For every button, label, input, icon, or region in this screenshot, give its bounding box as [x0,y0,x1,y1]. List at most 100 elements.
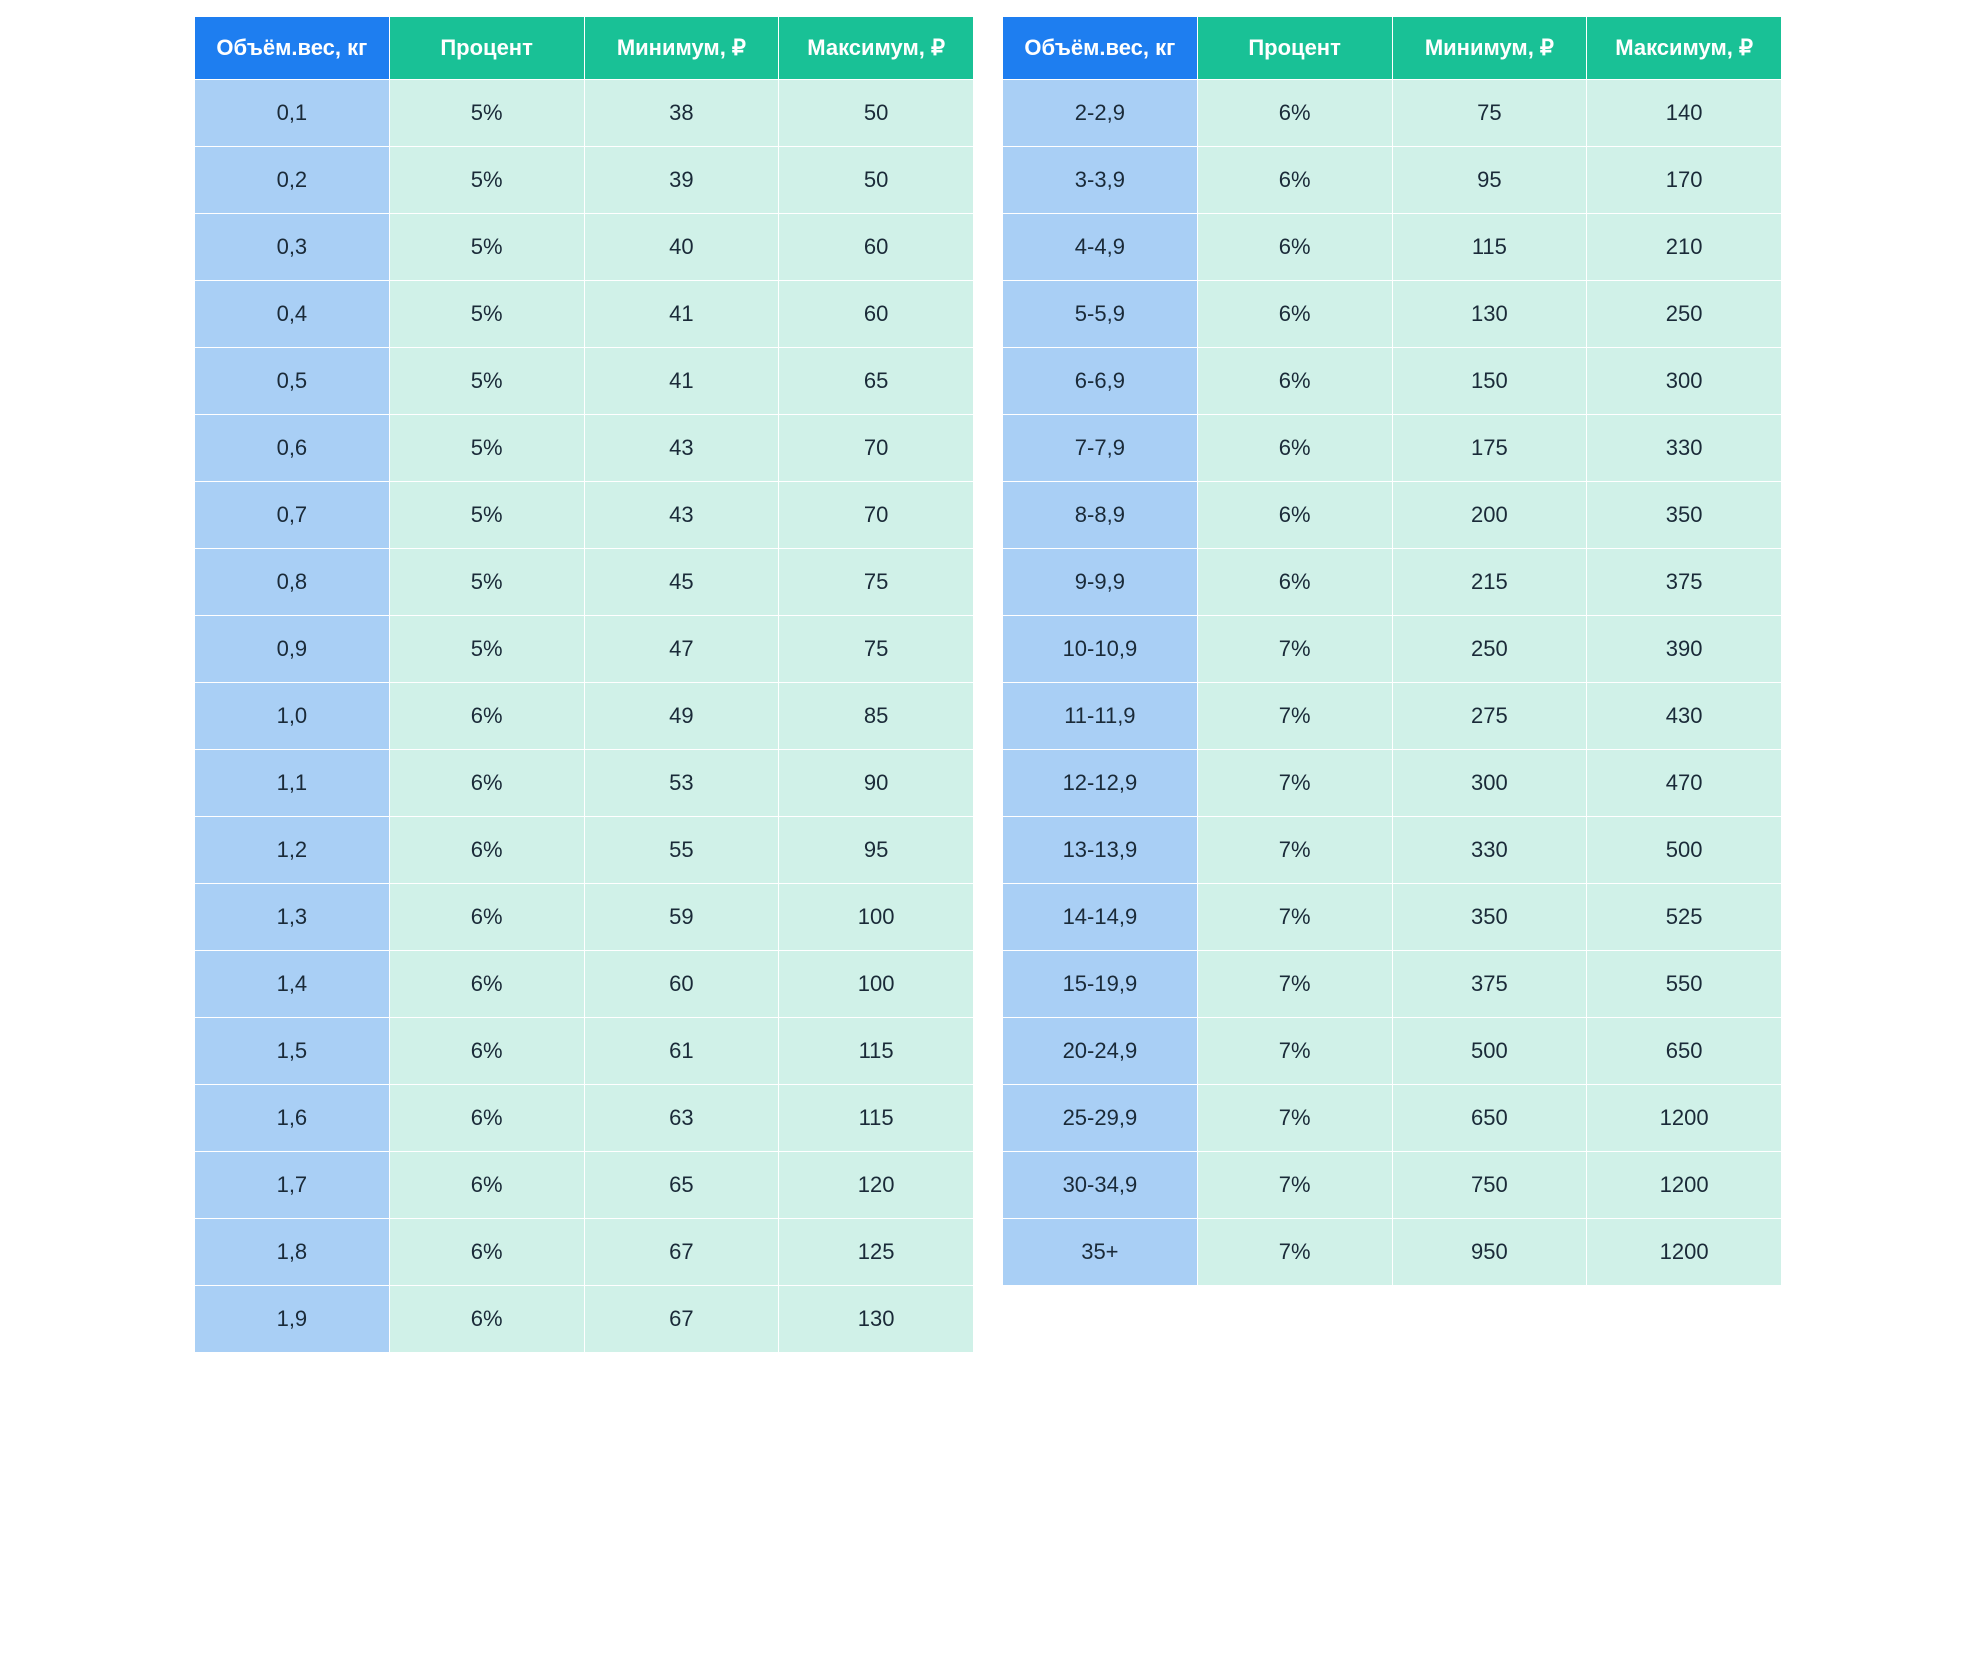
table-row: 0,45%4160 [195,281,974,348]
cell-max: 95 [779,817,974,884]
cell-weight: 0,6 [195,415,390,482]
cell-min: 150 [1392,348,1587,415]
cell-min: 47 [584,616,779,683]
cell-min: 67 [584,1286,779,1353]
cell-percent: 6% [389,1018,584,1085]
cell-max: 330 [1587,415,1782,482]
cell-weight: 4-4,9 [1003,214,1198,281]
cell-max: 85 [779,683,974,750]
left-pricing-table: Объём.вес, кг Процент Минимум, ₽ Максиму… [194,16,974,1353]
table-row: 10-10,97%250390 [1003,616,1782,683]
table-row: 0,65%4370 [195,415,974,482]
cell-min: 49 [584,683,779,750]
cell-weight: 0,9 [195,616,390,683]
cell-weight: 15-19,9 [1003,951,1198,1018]
cell-weight: 0,1 [195,80,390,147]
cell-min: 41 [584,348,779,415]
cell-max: 470 [1587,750,1782,817]
cell-weight: 0,2 [195,147,390,214]
cell-weight: 6-6,9 [1003,348,1198,415]
table-row: 1,26%5595 [195,817,974,884]
col-header-percent: Процент [1197,17,1392,80]
cell-max: 390 [1587,616,1782,683]
cell-weight: 25-29,9 [1003,1085,1198,1152]
cell-min: 250 [1392,616,1587,683]
cell-weight: 1,3 [195,884,390,951]
cell-percent: 7% [1197,616,1392,683]
col-header-min: Минимум, ₽ [584,17,779,80]
cell-weight: 1,5 [195,1018,390,1085]
table-row: 30-34,97%7501200 [1003,1152,1782,1219]
cell-max: 75 [779,616,974,683]
cell-percent: 5% [389,348,584,415]
cell-percent: 5% [389,214,584,281]
cell-percent: 6% [1197,415,1392,482]
cell-min: 55 [584,817,779,884]
table-row: 1,36%59100 [195,884,974,951]
cell-percent: 6% [1197,281,1392,348]
cell-min: 375 [1392,951,1587,1018]
cell-min: 39 [584,147,779,214]
table-row: 7-7,96%175330 [1003,415,1782,482]
col-header-min: Минимум, ₽ [1392,17,1587,80]
cell-min: 175 [1392,415,1587,482]
cell-min: 63 [584,1085,779,1152]
cell-percent: 6% [1197,214,1392,281]
cell-max: 65 [779,348,974,415]
table-row: 1,16%5390 [195,750,974,817]
table-row: 35+7%9501200 [1003,1219,1782,1286]
cell-percent: 5% [389,80,584,147]
table-row: 12-12,97%300470 [1003,750,1782,817]
cell-max: 75 [779,549,974,616]
cell-percent: 6% [389,1085,584,1152]
cell-weight: 0,8 [195,549,390,616]
col-header-max: Максимум, ₽ [1587,17,1782,80]
cell-min: 130 [1392,281,1587,348]
cell-min: 75 [1392,80,1587,147]
cell-weight: 35+ [1003,1219,1198,1286]
table-row: 6-6,96%150300 [1003,348,1782,415]
cell-percent: 7% [1197,1219,1392,1286]
cell-percent: 6% [1197,348,1392,415]
cell-weight: 0,4 [195,281,390,348]
table-row: 0,25%3950 [195,147,974,214]
cell-max: 1200 [1587,1085,1782,1152]
cell-weight: 0,7 [195,482,390,549]
cell-max: 120 [779,1152,974,1219]
cell-percent: 6% [389,817,584,884]
cell-min: 330 [1392,817,1587,884]
cell-max: 115 [779,1085,974,1152]
cell-min: 53 [584,750,779,817]
cell-percent: 6% [389,683,584,750]
cell-percent: 6% [389,884,584,951]
cell-weight: 2-2,9 [1003,80,1198,147]
cell-weight: 1,8 [195,1219,390,1286]
cell-percent: 6% [389,1286,584,1353]
cell-percent: 6% [1197,482,1392,549]
cell-weight: 1,9 [195,1286,390,1353]
col-header-weight: Объём.вес, кг [195,17,390,80]
cell-min: 215 [1392,549,1587,616]
table-row: 2-2,96%75140 [1003,80,1782,147]
table-header-row: Объём.вес, кг Процент Минимум, ₽ Максиму… [195,17,974,80]
table-row: 0,35%4060 [195,214,974,281]
cell-max: 650 [1587,1018,1782,1085]
cell-max: 1200 [1587,1152,1782,1219]
cell-min: 43 [584,415,779,482]
table-row: 1,86%67125 [195,1219,974,1286]
cell-max: 50 [779,147,974,214]
cell-percent: 5% [389,616,584,683]
cell-min: 59 [584,884,779,951]
cell-weight: 20-24,9 [1003,1018,1198,1085]
table-row: 13-13,97%330500 [1003,817,1782,884]
table-row: 14-14,97%350525 [1003,884,1782,951]
cell-max: 130 [779,1286,974,1353]
cell-percent: 7% [1197,683,1392,750]
cell-weight: 1,4 [195,951,390,1018]
cell-min: 67 [584,1219,779,1286]
table-row: 5-5,96%130250 [1003,281,1782,348]
cell-max: 550 [1587,951,1782,1018]
table-header-row: Объём.вес, кг Процент Минимум, ₽ Максиму… [1003,17,1782,80]
cell-max: 70 [779,415,974,482]
cell-max: 250 [1587,281,1782,348]
